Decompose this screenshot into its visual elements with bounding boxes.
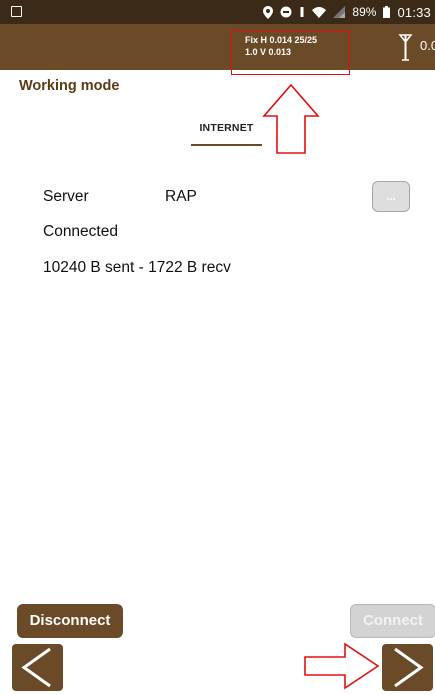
toolbar [0,24,435,70]
connect-button[interactable]: Connect [350,604,435,638]
disconnect-button[interactable]: Disconnect [17,604,123,638]
server-value: RAP [165,188,197,205]
up-arrow-annotation-icon [262,83,320,154]
vibrate-icon [300,7,304,17]
battery-icon [383,6,391,18]
wifi-icon [312,6,327,18]
back-button[interactable] [12,644,63,691]
next-button[interactable] [382,644,433,691]
antenna-height-value: 0.0 [420,38,435,53]
tab-internet[interactable]: INTERNET [191,115,262,146]
server-more-button[interactable]: ... [372,181,410,212]
clock: 01:33 [397,4,431,20]
connection-status: Connected [43,223,118,240]
status-icons: 89% 01:33 [263,0,431,24]
signal-icon [333,6,346,18]
right-arrow-annotation-icon [304,642,380,690]
annotation-highlight-box [231,30,350,75]
antenna-icon[interactable] [393,33,423,61]
location-pin-icon [263,5,274,19]
server-label: Server [43,188,89,205]
traffic-stats: 10240 B sent - 1722 B recv [43,259,231,276]
tab-internet-label: INTERNET [199,122,254,134]
battery-percent: 89% [352,5,377,19]
tab-active-indicator [191,144,262,146]
image-icon [11,6,22,17]
page-title: Working mode [19,78,120,94]
data-saver-icon [280,6,292,18]
chevron-right-icon [394,647,424,688]
chevron-left-icon [21,647,51,688]
status-bar: 89% 01:33 [0,0,435,24]
